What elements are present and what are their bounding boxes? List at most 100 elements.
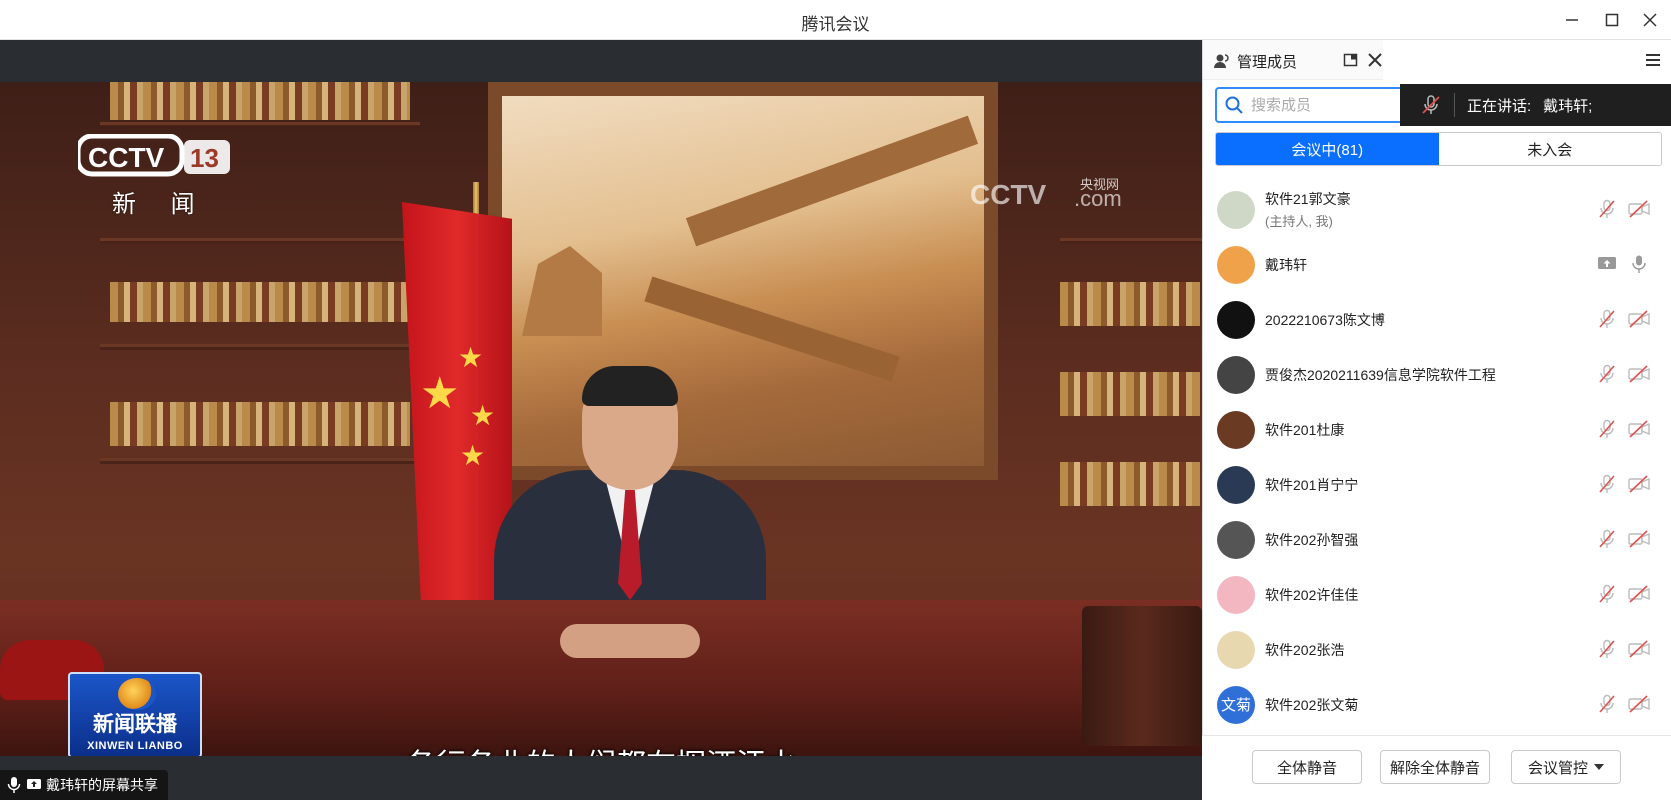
camera-off-icon[interactable] xyxy=(1628,418,1650,440)
flag-star-icon: ★ xyxy=(470,400,496,431)
watermark-text: 央视网 xyxy=(1080,177,1120,192)
members-icon xyxy=(1214,54,1229,68)
tab-not-joined[interactable]: 未入会 xyxy=(1438,133,1661,165)
screen-share-icon xyxy=(27,779,41,789)
shelf xyxy=(100,238,420,244)
mic-muted-icon[interactable] xyxy=(1596,638,1618,660)
close-window-button[interactable] xyxy=(1633,6,1667,34)
screen-share-tag: 戴玮轩的屏幕共享 xyxy=(0,770,168,800)
great-wall-painting xyxy=(488,82,998,480)
camera-off-icon[interactable] xyxy=(1628,308,1650,330)
title-bar: 腾讯会议 xyxy=(0,0,1671,40)
speaking-label: 正在讲话: xyxy=(1467,97,1532,115)
tab-label: 管理成员 xyxy=(1237,53,1298,71)
member-row[interactable]: 戴玮轩 xyxy=(1203,237,1671,292)
mic-muted-icon[interactable] xyxy=(1596,473,1618,495)
member-row[interactable]: 贾俊杰2020211639信息学院软件工程 xyxy=(1203,347,1671,402)
mic-muted-icon[interactable] xyxy=(1596,308,1618,330)
speaking-name: 戴玮轩; xyxy=(1543,97,1593,115)
member-actions-bar: 全体静音 解除全体静音 会议管控 xyxy=(1202,735,1671,800)
avatar: 文菊 xyxy=(1217,685,1255,724)
shelf xyxy=(100,122,420,126)
camera-off-icon[interactable] xyxy=(1628,693,1650,715)
mute-all-button[interactable]: 全体静音 xyxy=(1252,750,1362,784)
member-row[interactable]: 软件202许佳佳 xyxy=(1203,567,1671,622)
camera-off-icon[interactable] xyxy=(1628,473,1650,495)
camera-off-icon[interactable] xyxy=(1628,638,1650,660)
meeting-control-button[interactable]: 会议管控 xyxy=(1511,750,1621,784)
member-row[interactable]: 文菊 软件202张文菊 xyxy=(1203,677,1671,732)
avatar xyxy=(1217,245,1255,284)
avatar xyxy=(1217,300,1255,339)
popout-button[interactable] xyxy=(1339,48,1363,72)
avatar xyxy=(1217,520,1255,559)
books xyxy=(110,282,410,322)
shelf xyxy=(100,344,420,350)
window-title: 腾讯会议 xyxy=(801,15,870,34)
member-row[interactable]: 软件21郭文豪 (主持人, 我) xyxy=(1203,182,1671,237)
close-icon xyxy=(1368,53,1382,67)
member-row[interactable]: 软件202张浩 xyxy=(1203,622,1671,677)
menu-button[interactable] xyxy=(1641,48,1665,72)
tab-in-meeting[interactable]: 会议中(81) xyxy=(1216,133,1439,165)
camera-off-icon[interactable] xyxy=(1628,198,1650,220)
minimize-icon xyxy=(1566,19,1578,21)
maximize-icon xyxy=(1605,13,1619,27)
mic-muted-icon[interactable] xyxy=(1596,693,1618,715)
camera-off-icon[interactable] xyxy=(1628,528,1650,550)
search-input[interactable] xyxy=(1251,96,1391,114)
speaking-indicator: 正在讲话: 戴玮轩; xyxy=(1400,84,1671,126)
maximize-button[interactable] xyxy=(1595,6,1629,34)
camera-off-icon[interactable] xyxy=(1628,583,1650,605)
books xyxy=(110,82,410,120)
avatar xyxy=(1217,465,1255,504)
member-row[interactable]: 软件201杜康 xyxy=(1203,402,1671,457)
minimize-button[interactable] xyxy=(1555,6,1589,34)
video-subtitle: 各行各业的人们都在挥洒汗水 xyxy=(0,740,1202,756)
avatar xyxy=(1217,190,1255,229)
popout-icon xyxy=(1343,53,1358,67)
books xyxy=(110,402,410,446)
svg-text:13: 13 xyxy=(190,143,219,173)
avatar xyxy=(1217,355,1255,394)
mic-muted-icon[interactable] xyxy=(1596,528,1618,550)
mic-muted-icon[interactable] xyxy=(1596,583,1618,605)
flag-star-icon: ★ xyxy=(420,369,460,418)
pen-holder xyxy=(1082,606,1202,746)
share-label: 戴玮轩的屏幕共享 xyxy=(46,777,158,793)
close-panel-button[interactable] xyxy=(1363,48,1387,72)
svg-text:CCTV: CCTV xyxy=(970,179,1047,210)
member-list: 软件21郭文豪 (主持人, 我) 戴玮轩 2022210673陈文博 贾俊杰202021… xyxy=(1203,182,1671,732)
svg-text:CCTV: CCTV xyxy=(88,142,165,173)
mic-muted-icon[interactable] xyxy=(1596,418,1618,440)
meeting-control-label: 会议管控 xyxy=(1527,759,1588,777)
member-sidebar: 管理成员 会议中(81) 未入会 软件21郭文豪(主持人, 我)戴玮轩20222… xyxy=(1202,40,1671,800)
shared-video-frame: ★ ★ ★ ★ CCTV 13 新 闻 CCTV .com 央视网 新闻联播 X… xyxy=(0,82,1202,756)
shelf xyxy=(1060,238,1202,244)
member-row[interactable]: 软件202孙智强 xyxy=(1203,512,1671,567)
search-icon xyxy=(1225,96,1243,114)
channel-label: 新 闻 xyxy=(112,191,209,218)
shared-screen-area[interactable]: ★ ★ ★ ★ CCTV 13 新 闻 CCTV .com 央视网 新闻联播 X… xyxy=(0,40,1202,800)
member-status-tabs: 会议中(81) 未入会 xyxy=(1215,132,1662,166)
microphone-icon[interactable] xyxy=(1628,253,1650,275)
mic-muted-icon[interactable] xyxy=(1596,363,1618,385)
close-icon xyxy=(1643,13,1657,27)
books xyxy=(1060,282,1200,326)
books xyxy=(1060,372,1200,416)
tab-manage-members[interactable]: 管理成员 xyxy=(1213,46,1297,76)
microphone-icon xyxy=(7,777,21,793)
member-row[interactable]: 软件201肖宁宁 xyxy=(1203,457,1671,512)
books xyxy=(1060,462,1200,506)
mic-muted-icon xyxy=(1422,95,1440,114)
camera-off-icon[interactable] xyxy=(1628,363,1650,385)
avatar xyxy=(1217,410,1255,449)
flag-star-icon: ★ xyxy=(460,440,486,471)
screen-share-icon[interactable] xyxy=(1596,253,1618,275)
hamburger-icon xyxy=(1646,54,1660,66)
member-search[interactable] xyxy=(1215,87,1411,123)
member-row[interactable]: 2022210673陈文博 xyxy=(1203,292,1671,347)
mic-muted-icon[interactable] xyxy=(1596,198,1618,220)
avatar xyxy=(1217,575,1255,614)
unmute-all-button[interactable]: 解除全体静音 xyxy=(1380,750,1490,784)
